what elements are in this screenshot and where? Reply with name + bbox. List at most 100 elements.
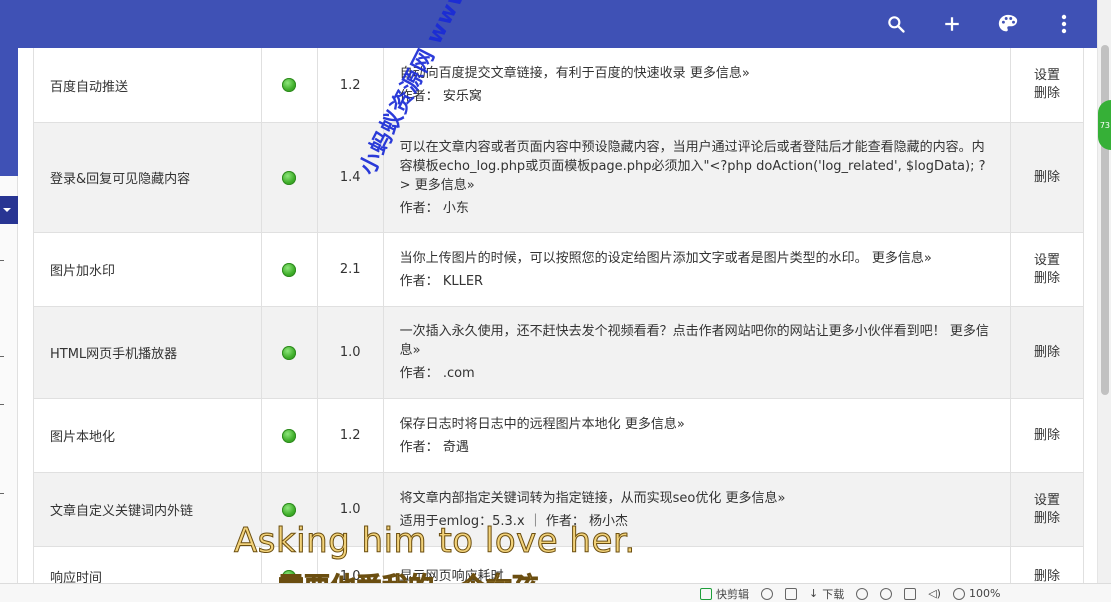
status-item-label: 下载 [822,587,845,601]
chevron-down-icon[interactable] [0,196,18,224]
more-info-link[interactable]: 更多信息» [625,417,685,432]
status-cell [262,48,318,122]
pin-icon [785,587,797,600]
subtitle-english: Asking him to love her. [234,521,636,562]
status-cell [262,399,318,472]
author-label: 作者： [399,200,439,216]
more-info-link[interactable]: 更多信息» [415,178,475,193]
status-enabled-icon[interactable] [282,428,297,443]
author-label: 作者： [399,273,439,289]
status-cell [262,123,318,232]
plugin-version: 1.2 [318,399,384,472]
plugin-name: 百度自动推送 [34,48,262,122]
plugin-version: 1.0 [318,307,384,398]
plugin-name: 图片本地化 [34,399,262,472]
description-text: 保存日志时将日志中的远程图片本地化 [399,416,621,432]
app-root: 百度自动推送 1.2 自动向百度提交文章链接，有利于百度的快速收录 更多信息» … [0,0,1111,602]
status-item-pin[interactable] [785,587,797,600]
more-info-link[interactable]: 更多信息» [726,491,786,506]
more-vert-icon[interactable] [1049,9,1079,39]
status-cell [262,233,318,306]
plugin-name: 登录&回复可见隐藏内容 [34,123,262,232]
sidebar-tick [0,493,4,494]
window-icon [904,587,917,600]
plugin-ops: 删除 [1011,123,1084,232]
delete-link[interactable]: 删除 [1034,427,1060,445]
author-label: 作者： [399,366,439,381]
status-item-download[interactable]: ↓ 下载 [809,586,844,602]
download-icon: ↓ [809,587,819,600]
author-name: 小东 [442,200,469,216]
scrollbar-thumb[interactable] [1101,45,1109,395]
plugin-author: 作者： KLLER [400,272,483,291]
floating-badge[interactable]: 73 [1098,100,1111,150]
description-text: 一次插入永久使用，还不赶快去发个视频看看？点击作者网站吧你的网站让更多小伙伴看到… [399,324,946,339]
sidebar-tick [0,260,4,261]
plugin-name: 文章自定义关键词内外链 [34,473,262,546]
settings-link[interactable]: 设置 [1034,252,1060,270]
plugin-description: 自动向百度提交文章链接，有利于百度的快速收录 更多信息» 作者： 安乐窝 [384,48,1012,122]
status-item-window[interactable] [904,587,917,600]
status-bar-items: 快剪辑 ↓ 下载 ◁) 100% [700,584,1000,602]
plugin-ops: 删除 [1011,399,1084,472]
plugin-name: HTML网页手机播放器 [34,307,262,398]
plugin-author: 作者： 小东 [400,199,469,218]
settings-link[interactable]: 设置 [1034,67,1060,85]
sidebar-header [0,48,18,176]
plugin-author: 作者： 奇遇 [400,438,469,457]
status-item-settings[interactable] [856,587,869,600]
plugin-ops: 设置 删除 [1011,473,1084,546]
settings-link[interactable]: 设置 [1034,492,1060,510]
status-cell [262,307,318,398]
plugin-table: 百度自动推送 1.2 自动向百度提交文章链接，有利于百度的快速收录 更多信息» … [33,48,1084,602]
delete-link[interactable]: 删除 [1034,169,1060,187]
more-info-link[interactable]: 更多信息» [690,66,750,81]
table-row: 登录&回复可见隐藏内容 1.4 可以在文章内容或者页面内容中预设隐藏内容，当用户… [34,123,1084,233]
sidebar [0,48,18,583]
status-enabled-icon[interactable] [282,170,297,185]
plugin-author: 作者： .com [400,364,475,383]
description-text: 将文章内部指定关键词转为指定链接，从而实现seo优化 [399,490,722,506]
search-icon[interactable] [881,9,911,39]
plugin-description: 保存日志时将日志中的远程图片本地化 更多信息» 作者： 奇遇 [384,399,1012,472]
author-name: 安乐窝 [442,89,482,104]
author-name: .com [442,366,475,381]
plugin-description: 当你上传图片的时候，可以按照您的设定给图片添加文字或者是图片类型的水印。 更多信… [384,233,1012,306]
plugin-description: 可以在文章内容或者页面内容中预设隐藏内容，当用户通过评论后或者登陆后才能查看隐藏… [384,123,1012,232]
status-item-sound[interactable]: ◁) [928,587,941,600]
author-name: KLLER [442,273,484,289]
description-text: 自动向百度提交文章链接，有利于百度的快速收录 [399,66,686,81]
plugin-ops: 删除 [1011,307,1084,398]
status-enabled-icon[interactable] [282,262,297,277]
more-info-link[interactable]: 更多信息» [872,251,932,266]
status-item-zoom[interactable]: 100% [952,587,1001,600]
status-enabled-icon[interactable] [282,502,297,517]
clip-icon [700,587,712,600]
status-enabled-icon[interactable] [282,345,297,360]
palette-icon[interactable] [993,9,1023,39]
browser-status-bar: 快剪辑 ↓ 下载 ◁) 100% [0,583,1111,602]
speed-icon [761,587,773,600]
add-icon[interactable] [937,9,967,39]
browser-icon [880,587,893,600]
plugin-version: 2.1 [318,233,384,306]
zoom-level: 100% [968,587,1001,600]
delete-link[interactable]: 删除 [1034,510,1060,528]
status-item-speed[interactable] [761,587,773,600]
table-row: 图片加水印 2.1 当你上传图片的时候，可以按照您的设定给图片添加文字或者是图片… [34,233,1084,307]
status-enabled-icon[interactable] [282,78,297,92]
top-app-bar [0,0,1097,48]
delete-link[interactable]: 删除 [1034,270,1060,288]
table-row: 图片本地化 1.2 保存日志时将日志中的远程图片本地化 更多信息» 作者： 奇遇… [34,399,1084,473]
status-item-clip[interactable]: 快剪辑 [700,586,749,602]
zoom-icon [952,587,965,600]
delete-link[interactable]: 删除 [1034,344,1060,362]
scrollbar[interactable] [1097,0,1111,583]
delete-link[interactable]: 删除 [1034,85,1060,103]
table-row: 百度自动推送 1.2 自动向百度提交文章链接，有利于百度的快速收录 更多信息» … [34,48,1084,123]
status-item-browser[interactable] [880,587,893,600]
sound-icon: ◁) [928,587,941,600]
plugin-description: 一次插入永久使用，还不赶快去发个视频看看？点击作者网站吧你的网站让更多小伙伴看到… [384,307,1012,398]
plugin-name: 图片加水印 [34,233,262,306]
plugin-ops: 设置 删除 [1011,48,1084,122]
